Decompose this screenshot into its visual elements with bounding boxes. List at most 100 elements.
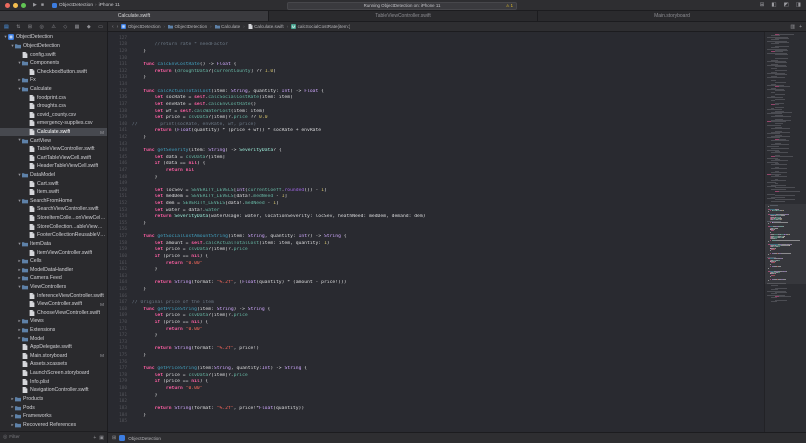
- breadcrumb-item[interactable]: McalcSocialCostRate(item:): [291, 24, 350, 29]
- file-tree-row[interactable]: ▸ Views: [0, 317, 107, 326]
- code-line[interactable]: 161 return "0.00": [108, 260, 764, 267]
- code-line[interactable]: 129 }: [108, 48, 764, 55]
- code-text[interactable]: }: [132, 49, 764, 54]
- debug-area-toggle-icon[interactable]: ◩: [784, 2, 789, 8]
- code-line[interactable]: 180 return "0.00": [108, 385, 764, 392]
- line-number-gutter[interactable]: 134: [108, 82, 132, 87]
- line-number-gutter[interactable]: 179: [108, 379, 132, 384]
- code-line[interactable]: 185: [108, 418, 764, 425]
- file-tree-row[interactable]: ▾ DataModel: [0, 171, 107, 180]
- file-tree-row[interactable]: emergency-supplies.csv: [0, 119, 107, 128]
- code-text[interactable]: func calcActualTotalCost(item: String, q…: [132, 89, 764, 94]
- code-text[interactable]: if (price == nil) {: [132, 320, 764, 325]
- code-line[interactable]: 162 }: [108, 266, 764, 273]
- code-text[interactable]: let socRate = self.calcSocialCostRate(it…: [132, 95, 764, 100]
- code-editor[interactable]: 127 128 //return rate * needFactor 129 } 13…: [108, 32, 806, 432]
- line-number-gutter[interactable]: 138: [108, 109, 132, 114]
- code-line[interactable]: 131 func calcEnvCostRate() -> Float {: [108, 61, 764, 68]
- line-number-gutter[interactable]: 185: [108, 419, 132, 424]
- editor-tab[interactable]: Main.storyboard: [538, 11, 806, 21]
- line-number-gutter[interactable]: 169: [108, 313, 132, 318]
- breadcrumb-item[interactable]: ObjectDetection: [121, 24, 161, 29]
- file-tree-row[interactable]: ▾ SearchFromHome: [0, 197, 107, 206]
- line-number-gutter[interactable]: 137: [108, 102, 132, 107]
- code-line[interactable]: 175 }: [108, 352, 764, 359]
- file-tree-row[interactable]: SearchViewController.swift: [0, 205, 107, 214]
- line-number-gutter[interactable]: 151: [108, 194, 132, 199]
- code-text[interactable]: return (Float(quantity) * (price + wf)) …: [132, 128, 764, 133]
- line-number-gutter[interactable]: 182: [108, 399, 132, 404]
- code-text[interactable]: // Original price of the item: [132, 300, 764, 305]
- line-number-gutter[interactable]: 164: [108, 280, 132, 285]
- line-number-gutter[interactable]: 146: [108, 161, 132, 166]
- close-window-button[interactable]: [5, 2, 10, 8]
- line-number-gutter[interactable]: 163: [108, 274, 132, 279]
- inspector-toggle-icon[interactable]: ◨: [796, 2, 801, 8]
- code-line[interactable]: 160 if (price == nil) {: [108, 253, 764, 260]
- file-tree-row[interactable]: ▾ ViewControllers: [0, 283, 107, 292]
- code-text[interactable]: // print(socRate, envRate, wf, price): [132, 122, 764, 127]
- breakpoint-navigator-icon[interactable]: ◆: [87, 24, 91, 30]
- test-navigator-icon[interactable]: ◇: [63, 24, 67, 30]
- line-number-gutter[interactable]: 181: [108, 393, 132, 398]
- code-line[interactable]: 168 func getPriceString(item: String) ->…: [108, 306, 764, 313]
- code-line[interactable]: 133 }: [108, 75, 764, 82]
- line-number-gutter[interactable]: 162: [108, 267, 132, 272]
- line-number-gutter[interactable]: 166: [108, 294, 132, 299]
- code-text[interactable]: return String(format: "%.2f", price!*Flo…: [132, 406, 764, 411]
- line-number-gutter[interactable]: 180: [108, 386, 132, 391]
- breadcrumb-item[interactable]: ObjectDetection: [167, 24, 207, 29]
- file-tree-row[interactable]: ▸ Recovered References: [0, 420, 107, 429]
- code-text[interactable]: if (price == nil) {: [132, 254, 764, 259]
- line-number-gutter[interactable]: 160: [108, 254, 132, 259]
- library-icon[interactable]: ⊞: [760, 2, 765, 8]
- line-number-gutter[interactable]: 165: [108, 287, 132, 292]
- code-line[interactable]: 128 //return rate * needFactor: [108, 42, 764, 49]
- code-text[interactable]: return "0.00": [132, 327, 764, 332]
- line-number-gutter[interactable]: 177: [108, 366, 132, 371]
- code-line[interactable]: 136 let socRate = self.calcSocialCostRat…: [108, 94, 764, 101]
- line-number-gutter[interactable]: 171: [108, 327, 132, 332]
- line-number-gutter[interactable]: 156: [108, 227, 132, 232]
- code-text[interactable]: let dem = SEVERITY_LEVELS[data!.medNeed …: [132, 201, 764, 206]
- line-number-gutter[interactable]: 174: [108, 346, 132, 351]
- line-number-gutter[interactable]: 127: [108, 36, 132, 41]
- add-icon[interactable]: +: [93, 435, 96, 441]
- code-text[interactable]: return String(format: "%.2f", (Float(qua…: [132, 280, 764, 285]
- line-number-gutter[interactable]: 145: [108, 155, 132, 160]
- code-line[interactable]: 165 }: [108, 286, 764, 293]
- file-tree-row[interactable]: Main.storyboard M: [0, 352, 107, 361]
- report-navigator-icon[interactable]: ▭: [98, 24, 103, 30]
- breadcrumb-item[interactable]: Calculate: [214, 24, 240, 29]
- code-text[interactable]: let amount = self.calcActualTotalCost(it…: [132, 241, 764, 246]
- navigator-toggle-icon[interactable]: ◧: [771, 2, 776, 8]
- code-line[interactable]: 158 let amount = self.calcActualTotalCos…: [108, 240, 764, 247]
- code-text[interactable]: return String(format: "%.2f", price!): [132, 346, 764, 351]
- code-text[interactable]: }: [132, 333, 764, 338]
- code-line[interactable]: 147 return nil: [108, 167, 764, 174]
- line-number-gutter[interactable]: 132: [108, 69, 132, 74]
- file-tree-row[interactable]: ▾ CartView: [0, 136, 107, 145]
- code-line[interactable]: 182: [108, 399, 764, 406]
- project-navigator-icon[interactable]: ▤: [4, 24, 9, 30]
- minimap[interactable]: [764, 32, 806, 432]
- filter-input[interactable]: Filter: [9, 435, 20, 440]
- file-tree-row[interactable]: ▸ Model: [0, 334, 107, 343]
- source-control-navigator-icon[interactable]: ⇅: [16, 24, 20, 30]
- file-tree-row[interactable]: ▾ ObjectDetection: [0, 33, 107, 42]
- line-number-gutter[interactable]: 147: [108, 168, 132, 173]
- code-line[interactable]: 152 let dem = SEVERITY_LEVELS[data!.medN…: [108, 200, 764, 207]
- zoom-window-button[interactable]: [21, 2, 26, 8]
- code-text[interactable]: let data = csvData?[item]: [132, 155, 764, 160]
- code-line[interactable]: 184 }: [108, 412, 764, 419]
- line-number-gutter[interactable]: 133: [108, 75, 132, 80]
- code-text[interactable]: let price = csvData?[item]?.price: [132, 373, 764, 378]
- code-line[interactable]: 140// print(socRate, envRate, wf, price): [108, 121, 764, 128]
- code-text[interactable]: //return rate * needFactor: [132, 42, 764, 47]
- code-text[interactable]: }: [132, 221, 764, 226]
- code-text[interactable]: let price = csvData?[item]?.price: [132, 247, 764, 252]
- code-line[interactable]: 132 return (droughtData?[currentCounty] …: [108, 68, 764, 75]
- line-number-gutter[interactable]: 130: [108, 56, 132, 61]
- line-number-gutter[interactable]: 168: [108, 307, 132, 312]
- code-line[interactable]: 177 func getPriceString(item:String, qua…: [108, 365, 764, 372]
